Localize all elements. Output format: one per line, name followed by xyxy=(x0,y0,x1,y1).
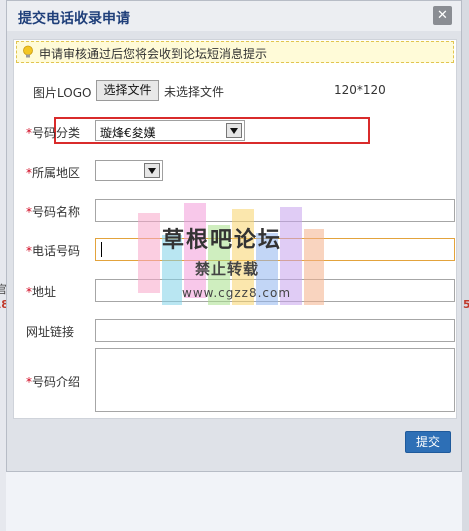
name-label: *号码名称 xyxy=(26,205,81,219)
category-label: *号码分类 xyxy=(26,126,81,140)
tip-text: 申请审核通过后您将会收到论坛短消息提示 xyxy=(39,47,268,61)
watermark: 草根吧论坛 禁止转载 www.cgzz8.com xyxy=(138,203,328,323)
dialog-header: 提交电话收录申请 ✕ xyxy=(7,1,461,31)
region-select[interactable] xyxy=(95,160,163,181)
lightbulb-icon xyxy=(23,45,33,58)
dialog-footer: 提交 xyxy=(7,421,461,461)
info-tip: 申请审核通过后您将会收到论坛短消息提示 xyxy=(16,41,454,63)
submit-button[interactable]: 提交 xyxy=(405,431,451,453)
address-label: *地址 xyxy=(26,285,57,299)
chevron-down-icon xyxy=(226,123,242,138)
watermark-subtitle: 禁止转载 xyxy=(195,260,260,278)
watermark-title: 草根吧论坛 xyxy=(162,228,283,253)
chevron-down-icon xyxy=(144,163,160,178)
file-status: 未选择文件 xyxy=(164,85,225,99)
background-text-fragment: 5 xyxy=(463,298,469,311)
intro-textarea[interactable] xyxy=(95,348,455,412)
phone-label: *电话号码 xyxy=(26,244,81,258)
watermark-url: www.cgzz8.com xyxy=(182,286,292,300)
logo-label: 图片LOGO xyxy=(33,86,92,100)
text-caret xyxy=(101,242,102,257)
choose-file-button[interactable]: 选择文件 xyxy=(96,80,159,101)
background-page-edge-right xyxy=(462,0,469,531)
url-label: 网址链接 xyxy=(26,325,75,339)
intro-label: *号码介绍 xyxy=(26,375,81,389)
close-icon: ✕ xyxy=(437,8,448,23)
category-selected-value: 璇烽€夋嫨 xyxy=(100,126,156,140)
close-button[interactable]: ✕ xyxy=(433,6,452,25)
category-select[interactable]: 璇烽€夋嫨 xyxy=(95,120,245,141)
dialog-title: 提交电话收录申请 xyxy=(18,10,130,26)
region-label: *所属地区 xyxy=(26,166,81,180)
logo-size-hint: 120*120 xyxy=(334,83,386,97)
